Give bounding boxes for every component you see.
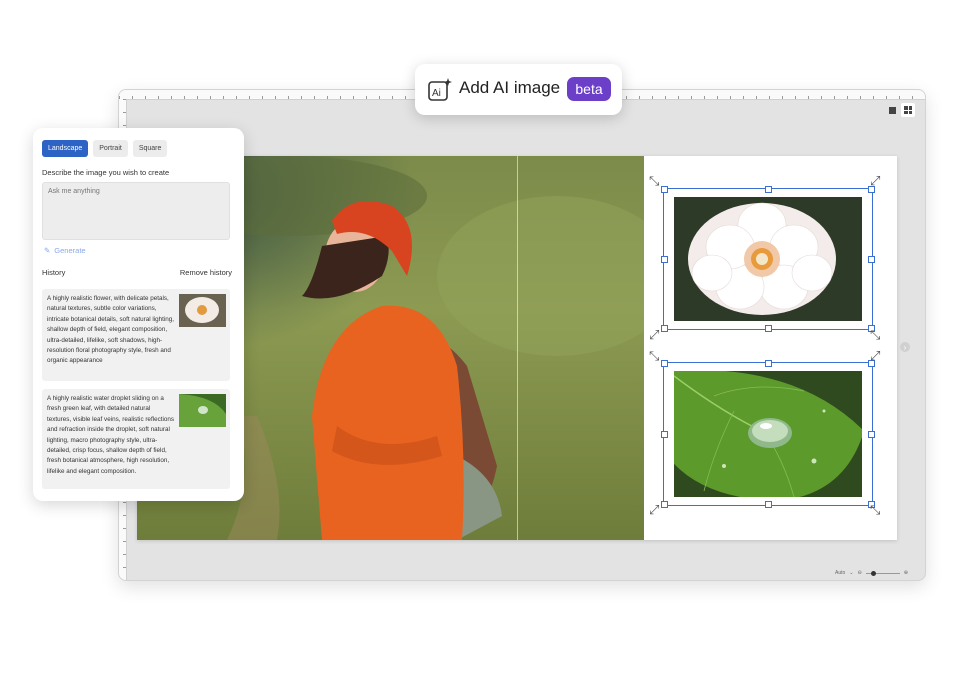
zoom-in-icon[interactable]: ⊕ xyxy=(904,570,908,576)
generate-button[interactable]: ✎ Generate xyxy=(44,246,86,255)
rotate-handle-icon[interactable]: ⤢ xyxy=(649,328,659,341)
rotate-handle-icon[interactable]: ⤡ xyxy=(649,349,659,362)
zoom-controls: Auto ⌄ ⊖ ⊕ xyxy=(835,570,908,576)
flower-thumbnail[interactable] xyxy=(179,294,226,327)
remove-history-button[interactable]: Remove history xyxy=(180,268,232,277)
tab-portrait[interactable]: Portrait xyxy=(93,140,128,157)
describe-label: Describe the image you wish to create xyxy=(42,168,170,177)
leaf-image-frame[interactable] xyxy=(661,360,875,508)
zoom-out-icon[interactable]: ⊖ xyxy=(858,570,862,576)
rotate-handle-icon[interactable]: ⤢ xyxy=(870,349,880,362)
page-spine xyxy=(517,156,518,540)
ai-generate-panel: Landscape Portrait Square Describe the i… xyxy=(33,128,244,501)
rotate-handle-icon[interactable]: ⤡ xyxy=(649,174,659,187)
flower-photo xyxy=(674,197,862,321)
history-heading: History xyxy=(42,268,66,277)
aspect-ratio-tabs: Landscape Portrait Square xyxy=(42,140,168,157)
history-item[interactable]: A highly realistic water droplet sliding… xyxy=(42,389,230,489)
zoom-select[interactable]: Auto xyxy=(835,570,845,576)
grid-view-icon[interactable] xyxy=(901,103,915,117)
history-item[interactable]: A highly realistic flower, with delicate… xyxy=(42,289,230,381)
svg-text:Ai: Ai xyxy=(432,88,441,99)
zoom-slider[interactable] xyxy=(865,570,900,576)
history-item-prompt: A highly realistic water droplet sliding… xyxy=(47,395,175,475)
rotate-handle-icon[interactable]: ⤢ xyxy=(649,503,659,516)
magic-wand-icon: ✎ xyxy=(44,246,51,255)
chevron-down-icon: ⌄ xyxy=(849,570,854,576)
flower-image-frame[interactable] xyxy=(661,186,875,332)
rotate-handle-icon[interactable]: ⤢ xyxy=(870,174,880,187)
view-mode-toggle xyxy=(885,103,915,117)
history-item-prompt: A highly realistic flower, with delicate… xyxy=(47,295,175,365)
add-ai-image-badge[interactable]: Ai Add AI image beta xyxy=(415,64,622,115)
tab-landscape[interactable]: Landscape xyxy=(42,140,89,157)
beta-badge: beta xyxy=(567,77,611,101)
generate-label: Generate xyxy=(54,246,86,255)
add-ai-image-title: Add AI image xyxy=(459,78,561,97)
leaf-droplet-photo xyxy=(674,371,862,497)
photobook-spread: ⤡ ⤢ ⤢ ⤡ ⤡ ⤢ ⤢ ⤡ xyxy=(137,156,897,540)
rotate-handle-icon[interactable]: ⤡ xyxy=(870,328,880,341)
rotate-handle-icon[interactable]: ⤡ xyxy=(870,503,880,516)
single-page-icon[interactable] xyxy=(885,103,899,117)
prompt-input[interactable] xyxy=(42,182,230,240)
tab-square[interactable]: Square xyxy=(132,140,168,157)
ai-image-icon: Ai xyxy=(428,78,452,101)
leaf-thumbnail[interactable] xyxy=(179,394,226,427)
next-page-icon[interactable]: › xyxy=(900,342,910,352)
